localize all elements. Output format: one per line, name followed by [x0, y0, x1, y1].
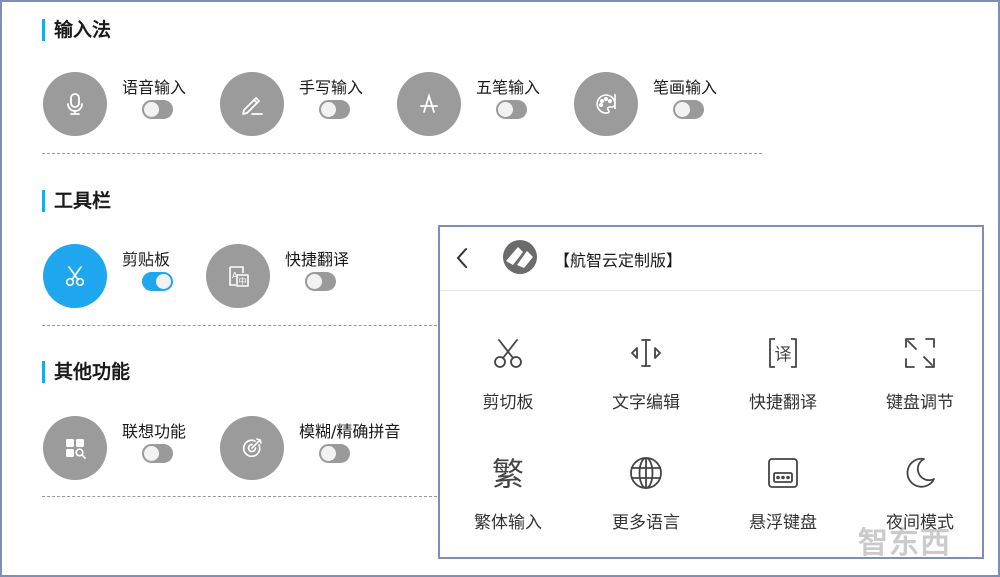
tool-label: 快捷翻译	[749, 393, 817, 413]
toggle-knob	[321, 102, 336, 117]
tool-clipboard[interactable]: 剪切板	[448, 333, 568, 433]
wubi-icon	[420, 92, 438, 113]
setting-quick-translate: A 中 快捷翻译	[206, 244, 386, 310]
wubi-input-label: 五笔输入	[476, 78, 541, 97]
section-divider	[42, 496, 442, 497]
quick-translate-toggle[interactable]	[305, 272, 336, 291]
tool-label: 繁体输入	[474, 513, 542, 533]
pen-icon	[242, 97, 263, 115]
moon-icon	[906, 457, 935, 488]
chevron-left-icon	[456, 248, 467, 268]
tool-floating-keyboard[interactable]: 悬浮键盘	[723, 453, 843, 553]
globe-icon	[630, 457, 662, 489]
toggle-knob	[144, 446, 159, 461]
translate-icon: 译	[769, 338, 797, 368]
panel-header: 【航智云定制版】	[440, 227, 982, 291]
setting-clipboard: 剪贴板	[43, 244, 203, 310]
fuzzy-pinyin-label: 模糊/精确拼音	[299, 422, 401, 441]
setting-voice-input: 语音输入	[43, 72, 203, 138]
setting-handwriting-input: 手写输入	[220, 72, 380, 138]
fuzzy-pinyin-toggle[interactable]	[319, 444, 350, 463]
voice-input-toggle[interactable]	[142, 100, 173, 119]
section-divider	[42, 325, 442, 326]
handwriting-input-button[interactable]	[220, 72, 284, 136]
section-divider	[42, 153, 762, 154]
tool-label: 文字编辑	[612, 393, 680, 413]
toggle-knob	[321, 446, 336, 461]
tool-text-edit[interactable]: 文字编辑	[586, 333, 706, 433]
resize-icon	[905, 338, 935, 368]
setting-fuzzy-pinyin: 模糊/精确拼音	[220, 416, 420, 482]
clipboard-label: 剪贴板	[122, 250, 171, 269]
tool-more-languages[interactable]: 更多语言	[586, 453, 706, 553]
tool-traditional-input[interactable]: 繁 繁体输入	[448, 453, 568, 553]
tool-keyboard-adjust[interactable]: 键盘调节	[860, 333, 980, 433]
back-button[interactable]	[452, 244, 472, 272]
handwriting-input-label: 手写输入	[299, 78, 364, 97]
tool-label: 悬浮键盘	[749, 513, 817, 533]
section-title-other: 其他功能	[42, 361, 130, 383]
microphone-icon	[67, 93, 83, 115]
floating-keyboard-icon	[768, 458, 798, 488]
app-logo	[503, 240, 537, 274]
panel-title: 【航智云定制版】	[554, 251, 683, 270]
tool-label: 剪切板	[482, 393, 534, 413]
toggle-knob	[156, 274, 171, 289]
association-label: 联想功能	[122, 422, 187, 441]
association-button[interactable]	[43, 416, 107, 480]
tool-quick-translate[interactable]: 译 快捷翻译	[723, 333, 843, 433]
toggle-knob	[498, 102, 513, 117]
toggle-knob	[675, 102, 690, 117]
section-title-input-method: 输入法	[42, 19, 111, 41]
quick-translate-label: 快捷翻译	[285, 250, 350, 269]
palette-icon	[596, 94, 616, 114]
toggle-knob	[307, 274, 322, 289]
fuzzy-pinyin-button[interactable]	[220, 416, 284, 480]
association-toggle[interactable]	[142, 444, 173, 463]
clipboard-button[interactable]	[43, 244, 107, 308]
wubi-input-toggle[interactable]	[496, 100, 527, 119]
voice-input-button[interactable]	[43, 72, 107, 136]
translate-icon: A 中	[229, 266, 249, 287]
handwriting-input-toggle[interactable]	[319, 100, 350, 119]
stroke-input-label: 笔画输入	[653, 78, 718, 97]
toggle-knob	[144, 102, 159, 117]
clipboard-toggle[interactable]	[142, 272, 173, 291]
translate-glyph: 译	[775, 345, 792, 365]
setting-wubi-input: 五笔输入	[397, 72, 557, 138]
scissors-icon	[65, 266, 85, 287]
scissors-icon	[494, 339, 522, 368]
target-icon	[242, 438, 262, 458]
tool-label: 键盘调节	[886, 393, 954, 413]
text-cursor-icon	[631, 339, 661, 367]
setting-association: 联想功能	[43, 416, 203, 482]
tool-label: 更多语言	[612, 513, 680, 533]
traditional-char-icon: 繁	[492, 455, 524, 493]
quick-translate-button[interactable]: A 中	[206, 244, 270, 308]
grid-search-icon	[66, 439, 86, 459]
voice-input-label: 语音输入	[122, 78, 187, 97]
wubi-input-button[interactable]	[397, 72, 461, 136]
stroke-input-button[interactable]	[574, 72, 638, 136]
section-title-toolbar: 工具栏	[42, 190, 111, 212]
svg-text:中: 中	[239, 276, 247, 286]
watermark: 智东西	[858, 526, 951, 561]
toolbar-panel: 【航智云定制版】 剪切板 文字编辑 译 快捷翻译 键盘调节 繁 繁体输入 更多语…	[438, 225, 984, 559]
traditional-glyph: 繁	[492, 455, 524, 493]
stroke-input-toggle[interactable]	[673, 100, 704, 119]
setting-stroke-input: 笔画输入	[574, 72, 734, 138]
